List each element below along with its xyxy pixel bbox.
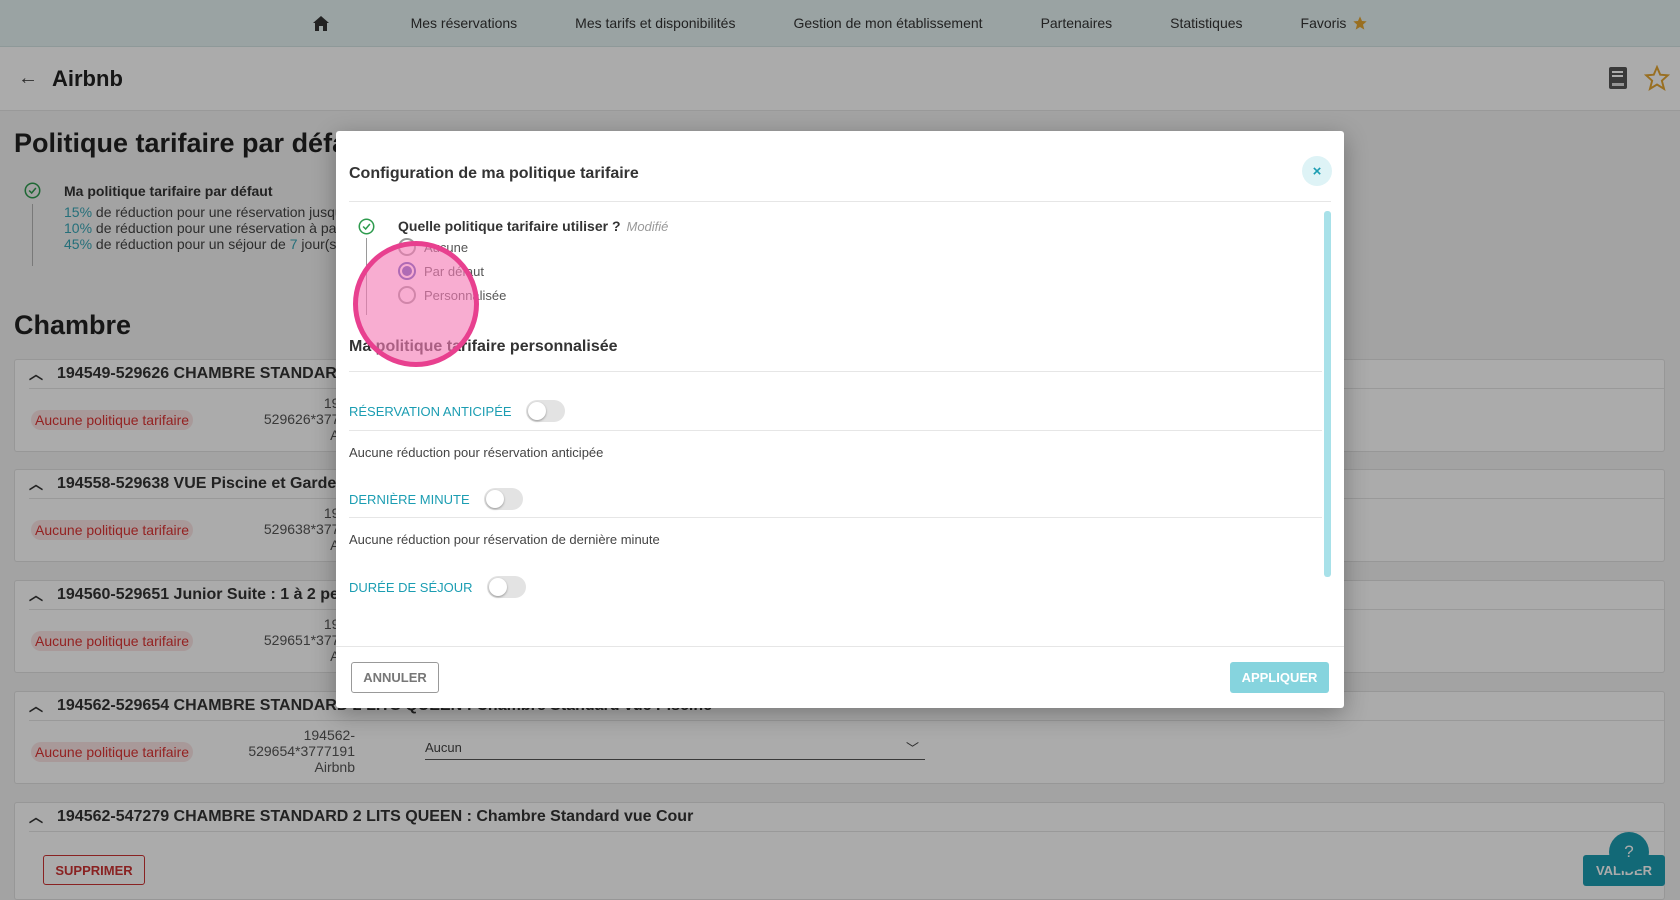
stay-duration-toggle[interactable] <box>486 576 526 598</box>
dialog-title: Configuration de ma politique tarifaire <box>349 165 639 182</box>
last-minute-toggle[interactable] <box>483 488 523 510</box>
click-indicator <box>353 241 479 367</box>
check-circle-icon <box>358 218 375 235</box>
stay-duration-row: DURÉE DE SÉJOUR <box>349 576 526 598</box>
policy-question: Quelle politique tarifaire utiliser ? Mod… <box>398 218 669 234</box>
early-booking-toggle[interactable] <box>525 400 565 422</box>
last-minute-row: DERNIÈRE MINUTE <box>349 488 523 510</box>
early-booking-row: RÉSERVATION ANTICIPÉE <box>349 400 565 422</box>
scrollbar[interactable] <box>1324 211 1331 577</box>
last-minute-desc: Aucune réduction pour réservation de der… <box>349 532 660 547</box>
early-booking-desc: Aucune réduction pour réservation antici… <box>349 445 604 460</box>
stay-duration-label: DURÉE DE SÉJOUR <box>349 579 473 595</box>
close-button[interactable]: × <box>1302 156 1332 186</box>
last-minute-label: DERNIÈRE MINUTE <box>349 491 470 507</box>
pricing-policy-dialog: Configuration de ma politique tarifaire … <box>336 131 1344 708</box>
cancel-button[interactable]: ANNULER <box>351 662 439 693</box>
modified-label: Modifié <box>626 219 669 234</box>
apply-button[interactable]: APPLIQUER <box>1230 662 1329 693</box>
early-booking-label: RÉSERVATION ANTICIPÉE <box>349 403 512 419</box>
